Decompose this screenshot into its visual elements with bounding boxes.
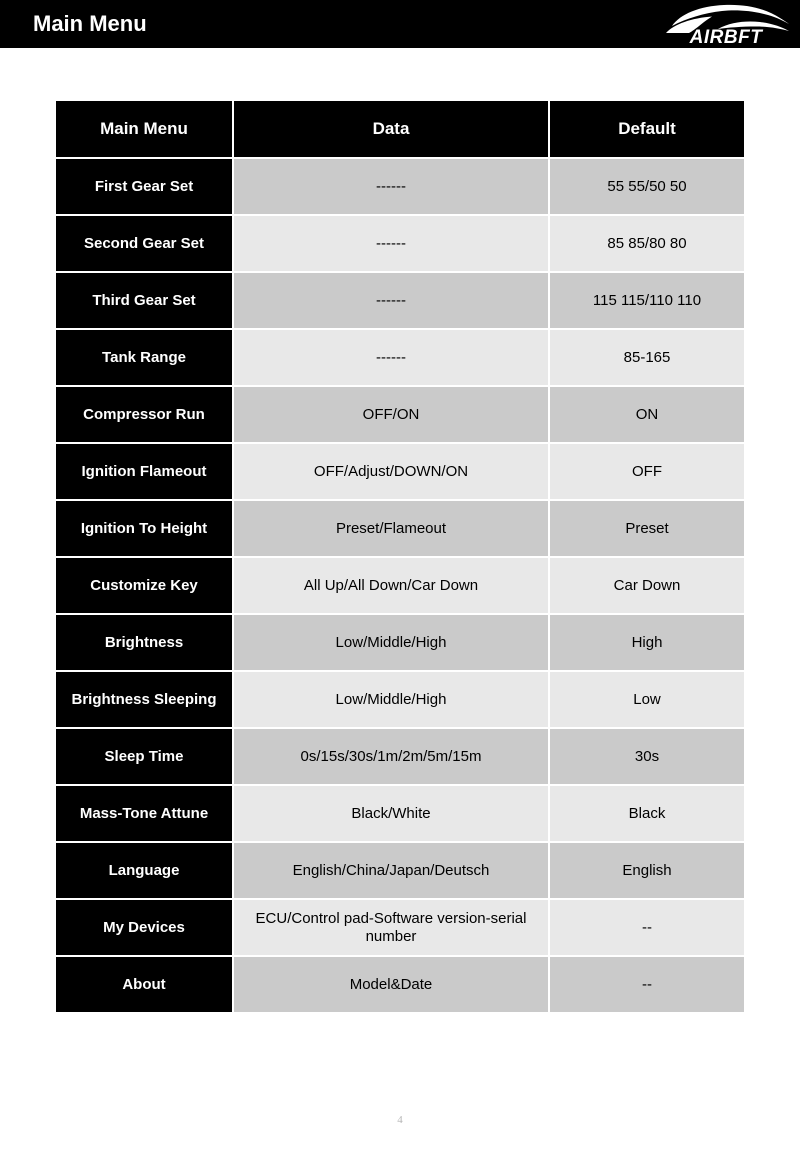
page-title: Main Menu [33,11,147,36]
row-label-cell[interactable]: Second Gear Set [56,216,232,271]
car-silhouette-icon: AIRBFT [666,4,789,46]
row-data-cell: Low/Middle/High [234,672,548,727]
row-label-cell[interactable]: Brightness [56,615,232,670]
row-data-cell: OFF/Adjust/DOWN/ON [234,444,548,499]
row-data-cell: ------ [234,159,548,214]
row-label-cell[interactable]: My Devices [56,900,232,955]
row-default-cell: Black [550,786,744,841]
table-row: Brightness Low/Middle/High High [56,615,744,670]
table-header-row: Main Menu Data Default [56,101,744,157]
table-row: About Model&Date -- [56,957,744,1012]
row-default-cell: 85-165 [550,330,744,385]
row-data-cell: OFF/ON [234,387,548,442]
logo-wordmark: AIRBFT [689,27,764,46]
table-row: Second Gear Set ------ 85 85/80 80 [56,216,744,271]
main-menu-spec-table: Main Menu Data Default First Gear Set ---… [54,99,746,1014]
table-body: First Gear Set ------ 55 55/50 50 Second Ge… [56,159,744,1012]
table-row: Ignition Flameout OFF/Adjust/DOWN/ON OFF [56,444,744,499]
row-data-cell: ------ [234,330,548,385]
column-header-default: Default [550,101,744,157]
row-label-cell[interactable]: Customize Key [56,558,232,613]
row-default-cell: ON [550,387,744,442]
row-label-cell[interactable]: Ignition Flameout [56,444,232,499]
row-default-cell: Low [550,672,744,727]
row-label-cell[interactable]: Sleep Time [56,729,232,784]
row-default-cell: 85 85/80 80 [550,216,744,271]
row-default-cell: High [550,615,744,670]
table-row: First Gear Set ------ 55 55/50 50 [56,159,744,214]
row-data-cell: ------ [234,273,548,328]
row-data-cell: 0s/15s/30s/1m/2m/5m/15m [234,729,548,784]
table-row: Language English/China/Japan/Deutsch Engli… [56,843,744,898]
row-default-cell: 115 115/110 110 [550,273,744,328]
table-row: Brightness Sleeping Low/Middle/High Low [56,672,744,727]
row-label-cell[interactable]: Compressor Run [56,387,232,442]
row-data-cell: Model&Date [234,957,548,1012]
spec-table-container: Main Menu Data Default First Gear Set ---… [56,101,744,1012]
row-data-cell: ------ [234,216,548,271]
row-default-cell: 30s [550,729,744,784]
row-default-cell: OFF [550,444,744,499]
table-row: My Devices ECU/Control pad-Software versi… [56,900,744,955]
table-row: Compressor Run OFF/ON ON [56,387,744,442]
row-data-cell: Black/White [234,786,548,841]
row-default-cell: -- [550,900,744,955]
row-label-cell[interactable]: Third Gear Set [56,273,232,328]
row-label-cell[interactable]: About [56,957,232,1012]
table-row: Third Gear Set ------ 115 115/110 110 [56,273,744,328]
row-label-cell[interactable]: Language [56,843,232,898]
page-header: Main Menu AIRBFT [0,0,800,48]
table-row: Customize Key All Up/All Down/Car Down Car… [56,558,744,613]
column-header-main-menu: Main Menu [56,101,232,157]
row-default-cell: 55 55/50 50 [550,159,744,214]
row-label-cell[interactable]: Tank Range [56,330,232,385]
table-row: Ignition To Height Preset/Flameout Preset [56,501,744,556]
row-default-cell: Preset [550,501,744,556]
table-row: Mass-Tone Attune Black/White Black [56,786,744,841]
row-label-cell[interactable]: Mass-Tone Attune [56,786,232,841]
row-default-cell: -- [550,957,744,1012]
row-label-cell[interactable]: Ignition To Height [56,501,232,556]
row-data-cell: ECU/Control pad-Software version-serial … [234,900,548,955]
row-default-cell: Car Down [550,558,744,613]
row-data-cell: Low/Middle/High [234,615,548,670]
row-label-cell[interactable]: First Gear Set [56,159,232,214]
brand-logo: AIRBFT [660,2,792,46]
row-data-cell: Preset/Flameout [234,501,548,556]
row-data-cell: English/China/Japan/Deutsch [234,843,548,898]
table-row: Sleep Time 0s/15s/30s/1m/2m/5m/15m 30s [56,729,744,784]
row-data-cell: All Up/All Down/Car Down [234,558,548,613]
column-header-data: Data [234,101,548,157]
row-label-cell[interactable]: Brightness Sleeping [56,672,232,727]
table-row: Tank Range ------ 85-165 [56,330,744,385]
page-number: 4 [397,1114,403,1126]
row-default-cell: English [550,843,744,898]
